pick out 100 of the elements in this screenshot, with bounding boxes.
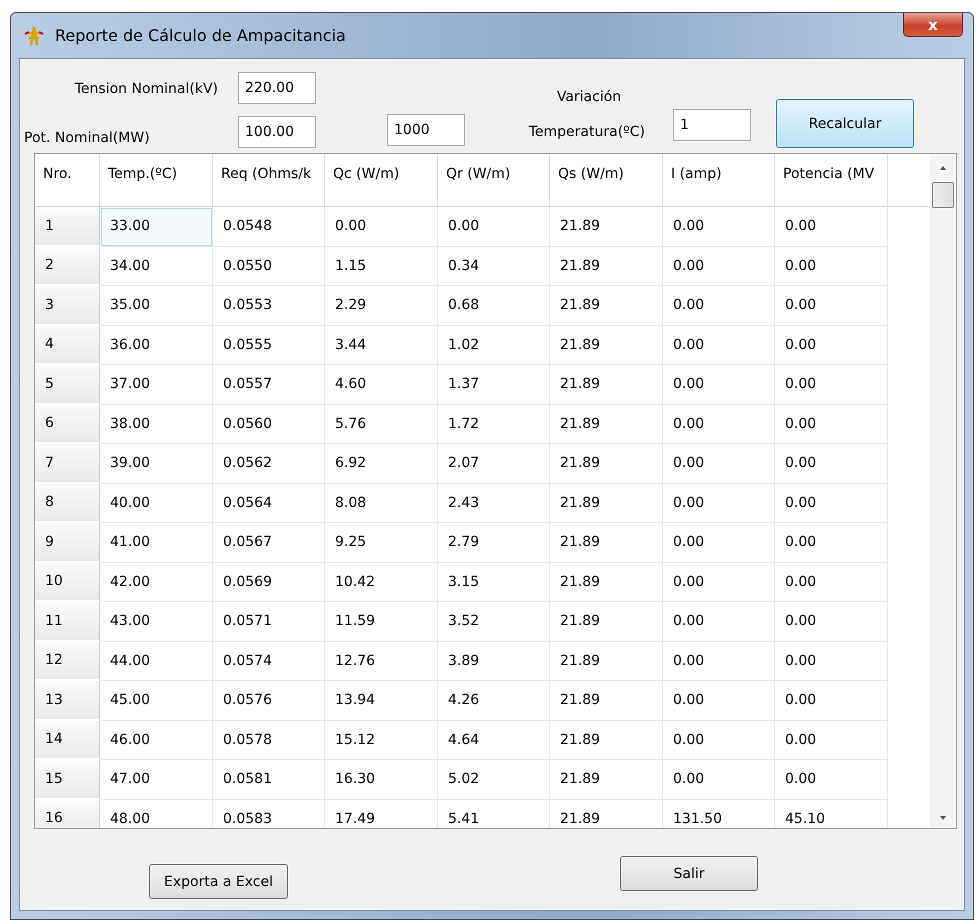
table-cell: 1.72 [438, 404, 550, 444]
row-header[interactable]: 12 [35, 642, 100, 681]
table-cell: 0.0567 [213, 523, 325, 562]
table-cell: 0.00 [663, 642, 775, 681]
table-cell: 0.0581 [213, 760, 325, 800]
table-cell: 40.00 [100, 484, 213, 523]
table-cell: 48.00 [100, 800, 213, 828]
table-cell: 21.89 [550, 444, 663, 484]
row-header[interactable]: 13 [35, 681, 100, 720]
table-cell: 0.00 [663, 523, 775, 562]
table-cell: 21.89 [550, 760, 663, 800]
column-header[interactable]: I (amp) [663, 154, 775, 206]
input-field[interactable]: 100.00 [238, 116, 316, 148]
table-cell: 35.00 [100, 286, 213, 326]
table-cell: 21.89 [550, 720, 663, 760]
table-cell: 45.00 [100, 681, 213, 720]
table-cell: 0.0562 [213, 444, 325, 484]
table-cell: 0.0550 [213, 246, 325, 286]
table-cell: 6.92 [325, 444, 438, 484]
table-cell: 21.89 [550, 484, 663, 523]
column-header[interactable]: Req (Ohms/k [213, 154, 325, 206]
table-cell: 13.94 [325, 681, 438, 720]
table-cell: 0.0553 [213, 286, 325, 326]
table-cell: 131.50 [663, 800, 775, 828]
table-cell: 2.29 [325, 286, 438, 326]
row-header[interactable]: 14 [35, 720, 100, 760]
table-cell: 9.25 [325, 523, 438, 562]
table-cell: 0.0576 [213, 681, 325, 720]
table-cell: 0.00 [775, 326, 888, 365]
column-header[interactable]: Nro. [35, 154, 100, 206]
table-cell: 0.0571 [213, 602, 325, 642]
row-header[interactable]: 10 [35, 562, 100, 602]
table-cell: 1.02 [438, 326, 550, 365]
row-header[interactable]: 5 [35, 365, 100, 404]
scroll-up-icon[interactable] [938, 164, 948, 172]
table-cell: 0.00 [775, 562, 888, 602]
table-cell: 0.00 [775, 523, 888, 562]
table-cell: 0.00 [775, 246, 888, 286]
table-cell: 0.00 [663, 326, 775, 365]
recalculate-button[interactable]: Recalcular [776, 99, 914, 148]
table-cell: 0.00 [775, 760, 888, 800]
table-cell: 0.0578 [213, 720, 325, 760]
table-cell: 0.68 [438, 286, 550, 326]
table-cell: 21.89 [550, 326, 663, 365]
vertical-scrollbar[interactable] [930, 154, 956, 828]
table-cell: 0.0569 [213, 562, 325, 602]
row-header[interactable]: 3 [35, 286, 100, 326]
table-cell: 0.0560 [213, 404, 325, 444]
table-cell: 21.89 [550, 523, 663, 562]
table-cell: 2.43 [438, 484, 550, 523]
table-cell: 0.00 [663, 760, 775, 800]
table-cell: 44.00 [100, 642, 213, 681]
table-cell: 21.89 [550, 246, 663, 286]
column-header[interactable]: Temp.(ºC) [100, 154, 213, 206]
exit-button[interactable]: Salir [620, 856, 758, 891]
row-header[interactable]: 1 [35, 207, 100, 246]
table-cell: 0.00 [663, 562, 775, 602]
column-header[interactable]: Potencia (MV [775, 154, 888, 206]
input-field[interactable]: 1000 [387, 114, 465, 146]
column-header[interactable]: Qr (W/m) [438, 154, 550, 206]
column-header[interactable]: Qc (W/m) [325, 154, 438, 206]
input-field[interactable]: 220.00 [238, 72, 316, 104]
table-cell: 8.08 [325, 484, 438, 523]
table-cell: 5.76 [325, 404, 438, 444]
table-cell: 5.02 [438, 760, 550, 800]
table-cell: 21.89 [550, 365, 663, 404]
scroll-thumb[interactable] [932, 182, 954, 208]
table-cell: 1.37 [438, 365, 550, 404]
table-cell: 0.0574 [213, 642, 325, 681]
table-cell: 0.00 [775, 444, 888, 484]
window-title: Reporte de Cálculo de Ampacitancia [55, 26, 346, 45]
table-cell: 47.00 [100, 760, 213, 800]
close-button[interactable]: x [903, 13, 963, 37]
row-header[interactable]: 7 [35, 444, 100, 484]
row-header[interactable]: 2 [35, 246, 100, 286]
row-header[interactable]: 16 [35, 800, 100, 828]
table-cell: 36.00 [100, 326, 213, 365]
row-header[interactable]: 15 [35, 760, 100, 800]
table-cell: 0.0564 [213, 484, 325, 523]
input-field[interactable]: 1 [673, 109, 751, 141]
table-cell: 41.00 [100, 523, 213, 562]
row-header[interactable]: 4 [35, 326, 100, 365]
row-header[interactable]: 6 [35, 404, 100, 444]
export-excel-button[interactable]: Exporta a Excel [149, 864, 288, 899]
table-cell: 4.26 [438, 681, 550, 720]
scroll-down-icon[interactable] [938, 814, 948, 822]
field-label: Tension Nominal(kV) [74, 80, 219, 96]
table-cell: 0.00 [438, 207, 550, 246]
table-cell: 3.89 [438, 642, 550, 681]
column-header[interactable]: Qs (W/m) [550, 154, 663, 206]
row-header[interactable]: 9 [35, 523, 100, 562]
row-header[interactable]: 11 [35, 602, 100, 642]
table-cell: 0.00 [663, 602, 775, 642]
row-header[interactable]: 8 [35, 484, 100, 523]
table-cell: 0.00 [663, 365, 775, 404]
table-cell: 21.89 [550, 681, 663, 720]
table-cell: 21.89 [550, 602, 663, 642]
table-cell: 0.00 [775, 681, 888, 720]
table-cell: 0.0548 [213, 207, 325, 246]
table-cell: 37.00 [100, 365, 213, 404]
